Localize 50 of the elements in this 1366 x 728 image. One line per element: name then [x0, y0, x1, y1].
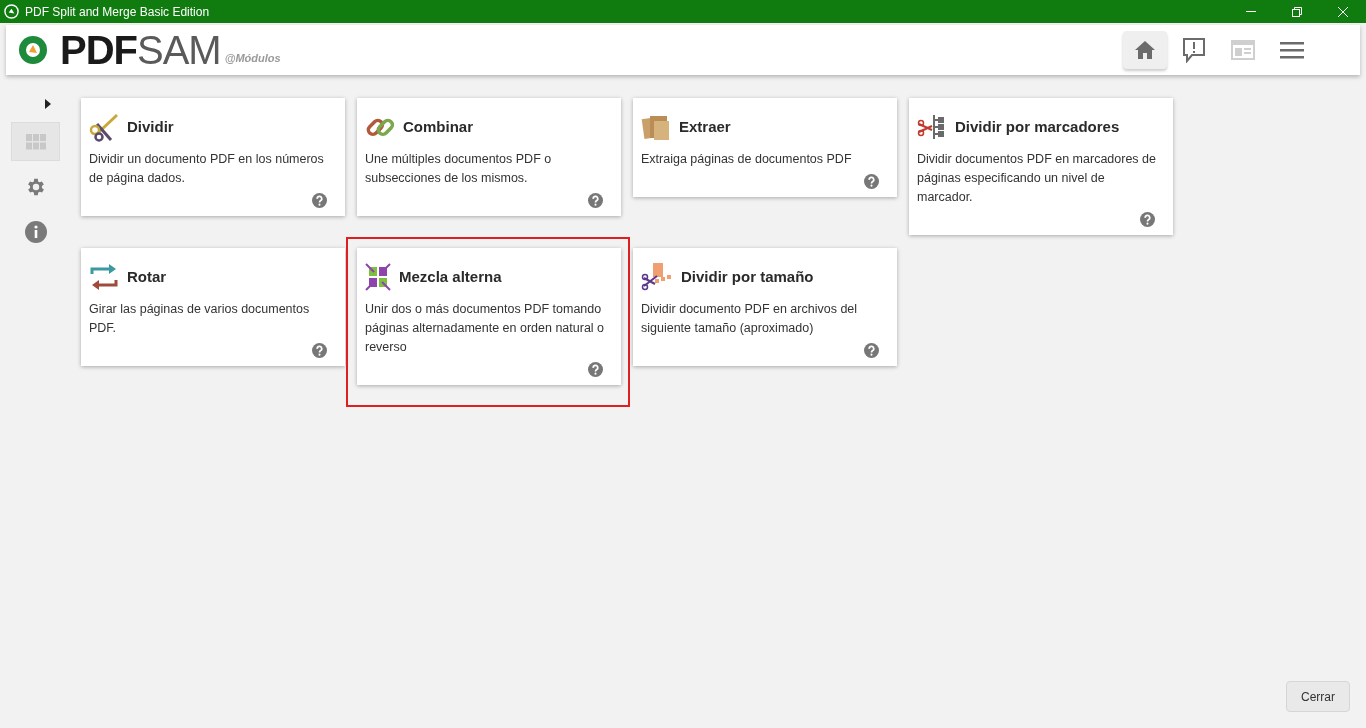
module-title: Rotar: [127, 266, 167, 287]
page-subtitle: @Módulos: [224, 50, 281, 66]
module-card[interactable]: Extraer Extraiga páginas de documentos PDF: [633, 98, 897, 197]
close-icon: [1338, 6, 1348, 17]
newspaper-icon: [1231, 39, 1255, 61]
module-card[interactable]: Dividir por marcadores Dividir documentos PDF en marcadores de páginas especificando un nivel de marcador.: [909, 98, 1173, 235]
rotate-arrows-icon: [89, 262, 119, 292]
module-title: Dividir: [127, 116, 174, 137]
pdfsam-logo-icon: [18, 35, 48, 65]
grid-icon: [25, 133, 46, 150]
four-arrows-icon: [365, 262, 391, 292]
module-description: Dividir un documento PDF en los números de página dados.: [89, 151, 325, 187]
window-title: PDF Split and Merge Basic Edition: [25, 3, 210, 21]
help-icon[interactable]: [312, 193, 327, 208]
module-card[interactable]: Combinar Une múltiples documentos PDF o subsecciones de los mismos.: [357, 98, 621, 216]
module-card[interactable]: Dividir por tamaño Dividir documento PDF en archivos del siguiente tamaño (aproximado): [633, 248, 897, 366]
module-title: Extraer: [679, 116, 731, 137]
module-description: Dividir documentos PDF en marcadores de páginas especificando un nivel de marcador.: [917, 151, 1157, 206]
module-description: Girar las páginas de varios documentos PDF.: [89, 301, 311, 337]
scissors-block-icon: [641, 262, 673, 292]
module-card[interactable]: Dividir Dividir un documento PDF en los números de página dados.: [81, 98, 345, 216]
scissors-icon: [89, 112, 119, 142]
module-description: Unir dos o más documentos PDF tomando páginas alternadamente en orden natural o reverso: [365, 301, 606, 356]
app-logo-icon: [4, 4, 19, 19]
help-icon[interactable]: [312, 343, 327, 358]
info-icon: [24, 220, 47, 243]
module-card[interactable]: Rotar Girar las páginas de varios documentos PDF.: [81, 248, 345, 366]
minimize-icon: [1246, 11, 1256, 12]
help-icon[interactable]: [1140, 212, 1155, 227]
home-icon: [1134, 40, 1156, 60]
close-button[interactable]: Cerrar: [1286, 681, 1350, 712]
expand-arrow-icon[interactable]: [45, 99, 51, 109]
module-title: Dividir por marcadores: [955, 116, 1120, 137]
help-icon[interactable]: [864, 174, 879, 189]
module-card[interactable]: Mezcla alterna Unir dos o más documentos PDF tomando páginas alternadamente en orden natural o reverso: [357, 248, 621, 385]
menu-icon: [1280, 41, 1304, 59]
module-description: Une múltiples documentos PDF o subsecciones de los mismos.: [365, 151, 553, 187]
module-title: Dividir por tamaño: [681, 266, 814, 287]
module-description: Dividir documento PDF en archivos del siguiente tamaño (aproximado): [641, 301, 859, 337]
help-icon[interactable]: [588, 362, 603, 377]
module-title: Combinar: [403, 116, 473, 137]
module-description: Extraiga páginas de documentos PDF: [641, 151, 853, 168]
restore-icon: [1292, 6, 1302, 17]
help-icon[interactable]: [864, 343, 879, 358]
help-icon[interactable]: [588, 193, 603, 208]
speech-bubble-icon: [1182, 37, 1206, 63]
tree-scissors-icon: [917, 112, 947, 142]
module-title: Mezcla alterna: [399, 266, 502, 287]
logo-text: PDFSAM: [60, 30, 221, 70]
nav-button[interactable]: [1123, 31, 1167, 69]
